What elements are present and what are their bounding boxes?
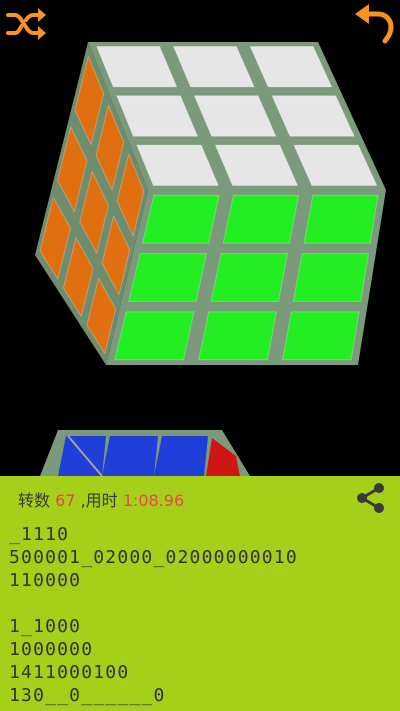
log-line: 130__0______0	[9, 685, 166, 706]
log-line: 1_1000	[9, 616, 82, 637]
moves-label: 转数	[18, 491, 51, 510]
undo-icon	[355, 4, 394, 44]
cube2-sticker[interactable]	[58, 436, 106, 476]
cube-viewport[interactable]	[0, 0, 400, 476]
front-face-sticker[interactable]	[114, 311, 195, 361]
front-face-sticker[interactable]	[282, 311, 360, 361]
shuffle-button[interactable]	[4, 2, 48, 46]
front-face-sticker[interactable]	[292, 253, 370, 302]
cube2-sticker[interactable]	[102, 436, 158, 476]
undo-button[interactable]	[352, 2, 396, 46]
log-line: _1110	[9, 524, 70, 545]
time-value: 1:08.96	[122, 491, 185, 510]
front-face-sticker[interactable]	[142, 194, 220, 244]
stats-line: 转数 67 ,用时 1:08.96	[18, 487, 184, 511]
time-label: ,用时	[80, 491, 118, 510]
share-button[interactable]	[354, 480, 388, 516]
cube-3d[interactable]	[0, 0, 400, 476]
log-line: 500001_02000_02000000010	[9, 547, 298, 568]
shuffle-icon	[6, 8, 46, 40]
share-icon	[357, 483, 384, 513]
log-line: 110000	[9, 570, 82, 591]
moves-value: 67	[55, 491, 76, 510]
cube2-sticker[interactable]	[154, 436, 208, 476]
log-line: 1411000100	[9, 662, 130, 683]
front-face-sticker[interactable]	[303, 194, 379, 244]
front-face-sticker[interactable]	[128, 253, 207, 302]
move-log: _1110 500001_02000_02000000010 110000 1_100…	[9, 523, 394, 707]
log-line: 1000000	[9, 639, 94, 660]
info-panel: 转数 67 ,用时 1:08.96 _1110 500001_02000_0200…	[0, 476, 400, 711]
front-face-sticker[interactable]	[210, 253, 289, 302]
front-face-sticker[interactable]	[222, 194, 300, 244]
front-face-sticker[interactable]	[198, 311, 277, 361]
